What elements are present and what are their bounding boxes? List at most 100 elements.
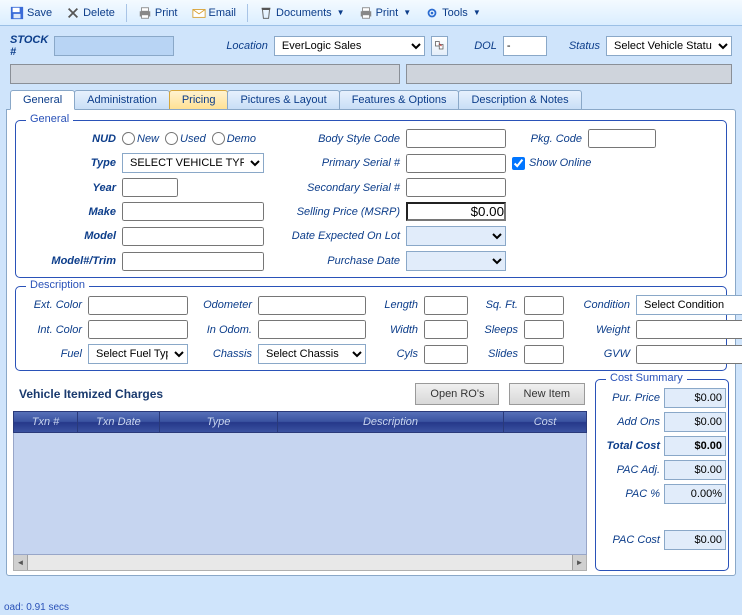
show-online-checkbox[interactable] <box>512 157 525 170</box>
email-label: Email <box>209 7 237 19</box>
tools-button[interactable]: Tools ▼ <box>419 4 487 22</box>
cyls-input[interactable] <box>424 345 468 364</box>
sleeps-label: Sleeps <box>474 324 518 336</box>
date-expected-select[interactable] <box>406 226 506 246</box>
chassis-select[interactable]: Select Chassis <box>258 344 366 364</box>
general-panel: General NUD New Used Demo Body Style Cod… <box>6 109 736 576</box>
new-item-button[interactable]: New Item <box>509 383 585 405</box>
length-input[interactable] <box>424 296 468 315</box>
condition-label: Condition <box>570 299 630 311</box>
pac-adj-label: PAC Adj. <box>604 464 660 476</box>
charges-scrollbar[interactable]: ◄ ► <box>13 555 587 571</box>
open-ros-button[interactable]: Open RO's <box>415 383 499 405</box>
pur-price-value[interactable] <box>664 388 726 408</box>
fuel-select[interactable]: Select Fuel Type <box>88 344 188 364</box>
gvw-input[interactable] <box>636 345 742 364</box>
int-color-label: Int. Color <box>24 324 82 336</box>
trim-input[interactable] <box>122 252 264 271</box>
save-button[interactable]: Save <box>4 4 58 22</box>
col-txn-date[interactable]: Txn Date <box>78 412 160 432</box>
tab-pictures[interactable]: Pictures & Layout <box>227 90 339 110</box>
nud-demo-radio[interactable]: Demo <box>212 132 256 145</box>
print-label-2: Print <box>376 7 399 19</box>
tab-general[interactable]: General <box>10 90 75 110</box>
pac-cost-value <box>664 530 726 550</box>
model-label: Model <box>24 230 116 242</box>
pac-pct-value[interactable] <box>664 484 726 504</box>
stock-label: STOCK # <box>10 34 48 58</box>
nud-new-radio[interactable]: New <box>122 132 159 145</box>
description-legend: Description <box>26 279 89 291</box>
msrp-input[interactable] <box>406 202 506 221</box>
location-select[interactable]: EverLogic Sales <box>274 36 425 56</box>
pac-cost-label: PAC Cost <box>604 534 660 546</box>
trim-label: Model#/Trim <box>24 255 116 267</box>
slides-input[interactable] <box>524 345 564 364</box>
nud-used-radio[interactable]: Used <box>165 132 206 145</box>
add-ons-value[interactable] <box>664 412 726 432</box>
year-label: Year <box>24 182 116 194</box>
pac-adj-value[interactable] <box>664 460 726 480</box>
charges-grid-header: Txn # Txn Date Type Description Cost <box>13 411 587 433</box>
info-bar-1 <box>10 64 400 84</box>
email-button[interactable]: Email <box>186 4 243 22</box>
stock-input[interactable] <box>54 36 174 56</box>
pkg-code-label: Pkg. Code <box>512 133 582 145</box>
type-select[interactable]: SELECT VEHICLE TYPE <box>122 153 264 173</box>
tab-pricing[interactable]: Pricing <box>169 90 229 110</box>
scroll-right-icon[interactable]: ► <box>572 555 586 570</box>
dol-input[interactable] <box>503 36 547 56</box>
col-txn-no[interactable]: Txn # <box>14 412 78 432</box>
charges-grid-body[interactable] <box>13 433 587 555</box>
add-ons-label: Add Ons <box>604 416 660 428</box>
gvw-label: GVW <box>570 348 630 360</box>
tab-description-notes[interactable]: Description & Notes <box>458 90 581 110</box>
col-description[interactable]: Description <box>278 412 504 432</box>
body-style-label: Body Style Code <box>270 133 400 145</box>
year-input[interactable] <box>122 178 178 197</box>
fuel-label: Fuel <box>24 348 82 360</box>
delete-button[interactable]: Delete <box>60 4 121 22</box>
chassis-label: Chassis <box>194 348 252 360</box>
pkg-code-input[interactable] <box>588 129 656 148</box>
scroll-left-icon[interactable]: ◄ <box>14 555 28 570</box>
nud-label: NUD <box>24 133 116 145</box>
print-button-2[interactable]: Print ▼ <box>353 4 418 22</box>
in-odom-input[interactable] <box>258 320 366 339</box>
model-input[interactable] <box>122 227 264 246</box>
tab-features[interactable]: Features & Options <box>339 90 460 110</box>
print-button-1[interactable]: Print <box>132 4 184 22</box>
pur-price-label: Pur. Price <box>604 392 660 404</box>
primary-serial-input[interactable] <box>406 154 506 173</box>
status-select[interactable]: Select Vehicle Status <box>606 36 732 56</box>
lookup-icon <box>434 40 446 52</box>
trash-icon <box>259 6 273 20</box>
documents-button[interactable]: Documents ▼ <box>253 4 351 22</box>
toolbar-separator <box>126 4 127 22</box>
gear-icon <box>425 6 439 20</box>
condition-select[interactable]: Select Condition <box>636 295 742 315</box>
make-input[interactable] <box>122 202 264 221</box>
col-type[interactable]: Type <box>160 412 278 432</box>
lookup-button[interactable] <box>431 36 448 56</box>
show-online-label: Show Online <box>529 157 591 169</box>
secondary-serial-input[interactable] <box>406 178 506 197</box>
purchase-date-select[interactable] <box>406 251 506 271</box>
width-input[interactable] <box>424 320 468 339</box>
odometer-input[interactable] <box>258 296 366 315</box>
tab-strip: General Administration Pricing Pictures … <box>0 90 742 110</box>
header-row: STOCK # Location EverLogic Sales DOL Sta… <box>0 26 742 62</box>
msrp-label: Selling Price (MSRP) <box>270 206 400 218</box>
print-label-1: Print <box>155 7 178 19</box>
location-label: Location <box>226 40 268 52</box>
tab-administration[interactable]: Administration <box>74 90 170 110</box>
col-cost[interactable]: Cost <box>504 412 586 432</box>
sqft-input[interactable] <box>524 296 564 315</box>
cyls-label: Cyls <box>372 348 418 360</box>
weight-input[interactable] <box>636 320 742 339</box>
sleeps-input[interactable] <box>524 320 564 339</box>
ext-color-input[interactable] <box>88 296 188 315</box>
body-style-input[interactable] <box>406 129 506 148</box>
status-label: Status <box>569 40 600 52</box>
int-color-input[interactable] <box>88 320 188 339</box>
